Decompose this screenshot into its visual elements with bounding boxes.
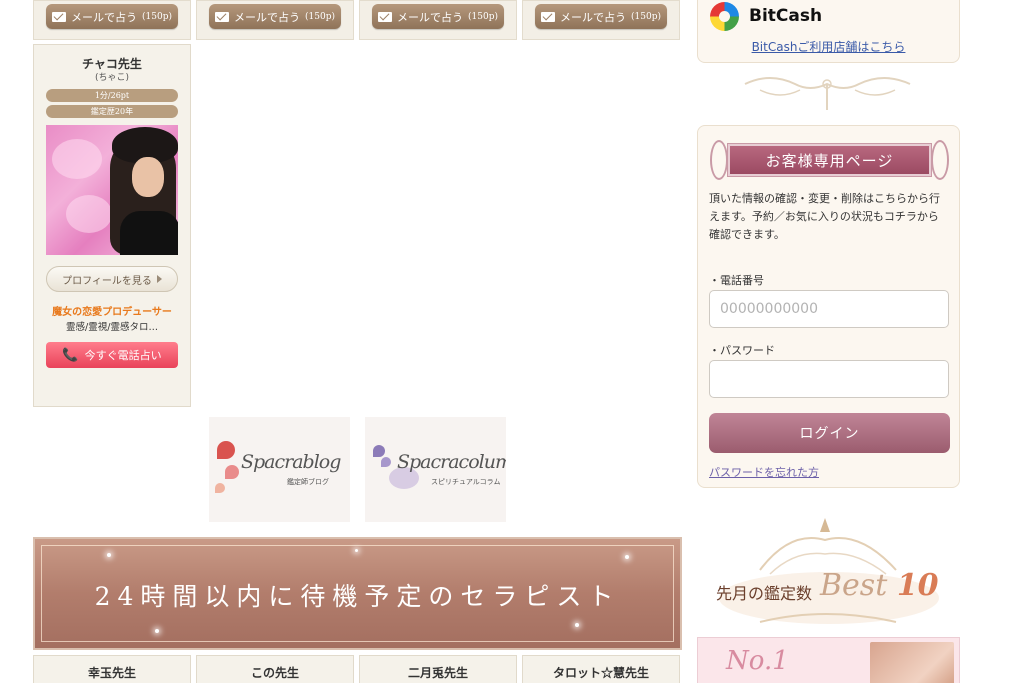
view-profile-label: プロフィールを見る: [62, 275, 152, 287]
lily-icon: [217, 441, 235, 459]
teacher-name-cell[interactable]: 二月兎先生: [359, 655, 517, 683]
bitcash-stores-link[interactable]: BitCashご利用店舗はこちら: [698, 38, 959, 55]
envelope-icon: [52, 11, 67, 22]
column-banner-script: Spacracolum: [397, 451, 506, 473]
blog-banner[interactable]: Spacrablog 鑑定師ブログ: [209, 417, 350, 522]
sparkle-icon: [107, 553, 111, 557]
envelope-icon: [541, 11, 556, 22]
column-banner-subtitle: スピリチュアルコラム: [431, 478, 501, 486]
teacher-kana: (ちゃこ): [94, 73, 130, 83]
teacher-photo[interactable]: [46, 125, 178, 255]
bitcash-name: BitCash: [749, 6, 823, 26]
phone-number-input[interactable]: [709, 290, 949, 328]
call-now-label: 今すぐ電話占い: [84, 349, 162, 362]
customer-page-title: お客様専用ページ: [727, 143, 932, 177]
mail-fortune-button[interactable]: メールで占う (150p): [46, 4, 178, 29]
teacher-name-cell[interactable]: タロット☆慧先生: [522, 655, 680, 683]
customer-login-box: お客様専用ページ 頂いた情報の確認・変更・削除はこちらから行えます。予約／お気に…: [697, 125, 960, 488]
mail-cell: メールで占う (150p): [33, 0, 191, 40]
waiting-therapists-banner[interactable]: 24時間以内に待機予定のセラピスト: [33, 537, 682, 650]
mail-button-price: (150p): [142, 11, 172, 22]
mail-cell: メールで占う (150p): [196, 0, 354, 40]
waiting-banner-title: 24時間以内に待機予定のセラピスト: [94, 582, 621, 611]
mail-button-price: (150p): [468, 11, 498, 22]
career-badge: 鑑定歴20年: [46, 105, 178, 118]
sparkle-icon: [575, 623, 579, 627]
forgot-password-link[interactable]: パスワードを忘れた方: [709, 464, 819, 480]
phone-label: ・電話番号: [709, 274, 764, 287]
mail-button-label: メールで占う: [234, 10, 301, 24]
mail-fortune-button[interactable]: メールで占う (150p): [209, 4, 341, 29]
mail-fortune-button[interactable]: メールで占う (150p): [535, 4, 667, 29]
sparkle-icon: [355, 549, 358, 552]
best10-script-word: Best: [820, 568, 888, 603]
mail-button-label: メールで占う: [560, 10, 627, 24]
rank-teacher-photo[interactable]: [870, 642, 954, 683]
curl-ornament-icon: [710, 140, 728, 180]
sparkle-icon: [625, 555, 629, 559]
best10-number: 10: [896, 568, 939, 603]
rank-label: No.1: [726, 646, 789, 676]
login-button[interactable]: ログイン: [709, 413, 950, 453]
rate-badge: 1分/26pt: [46, 89, 178, 102]
mail-button-price: (150p): [631, 11, 661, 22]
bitcash-box: BitCash BitCashご利用店舗はこちら: [697, 0, 960, 63]
blog-banner-script: Spacrablog: [241, 451, 341, 473]
envelope-icon: [215, 11, 230, 22]
mail-button-label: メールで占う: [397, 10, 464, 24]
best10-banner[interactable]: 先月の鑑定数 Best 10: [700, 510, 958, 630]
ranking-item[interactable]: No.1: [697, 637, 960, 683]
column-banner[interactable]: Spacracolum スピリチュアルコラム: [365, 417, 506, 522]
call-now-button[interactable]: 📞 今すぐ電話占い: [46, 342, 178, 368]
teacher-name-cell[interactable]: 幸玉先生: [33, 655, 191, 683]
mail-button-label: メールで占う: [71, 10, 138, 24]
bitcash-logo-icon: [710, 2, 739, 31]
lavender-icon: [373, 445, 385, 457]
phone-icon: 📞: [62, 347, 79, 363]
mail-cell: メールで占う (150p): [359, 0, 517, 40]
teacher-card: チャコ先生 (ちゃこ) 1分/26pt 鑑定歴20年 プロフィールを見る 魔女の…: [33, 44, 191, 407]
best10-label: 先月の鑑定数: [716, 584, 813, 603]
teacher-genres: 霊感/霊視/霊感タロ…: [66, 322, 158, 333]
blog-banner-subtitle: 鑑定師ブログ: [287, 478, 329, 486]
mail-button-price: (150p): [305, 11, 335, 22]
ornament-divider-icon: [744, 77, 911, 110]
customer-description: 頂いた情報の確認・変更・削除はこちらから行えます。予約／お気に入りの状況もコチラ…: [709, 192, 940, 241]
mail-cell: メールで占う (150p): [522, 0, 680, 40]
mail-fortune-button[interactable]: メールで占う (150p): [372, 4, 504, 29]
curl-ornament-icon: [931, 140, 949, 180]
best10-script: Best 10: [820, 568, 939, 603]
sparkle-icon: [155, 629, 159, 633]
password-input[interactable]: [709, 360, 949, 398]
password-label: ・パスワード: [709, 344, 775, 357]
view-profile-button[interactable]: プロフィールを見る: [46, 266, 178, 292]
teacher-catchphrase: 魔女の恋愛プロデューサー: [52, 307, 172, 318]
play-arrow-icon: [156, 275, 162, 283]
teacher-name-cell[interactable]: この先生: [196, 655, 354, 683]
envelope-icon: [378, 11, 393, 22]
